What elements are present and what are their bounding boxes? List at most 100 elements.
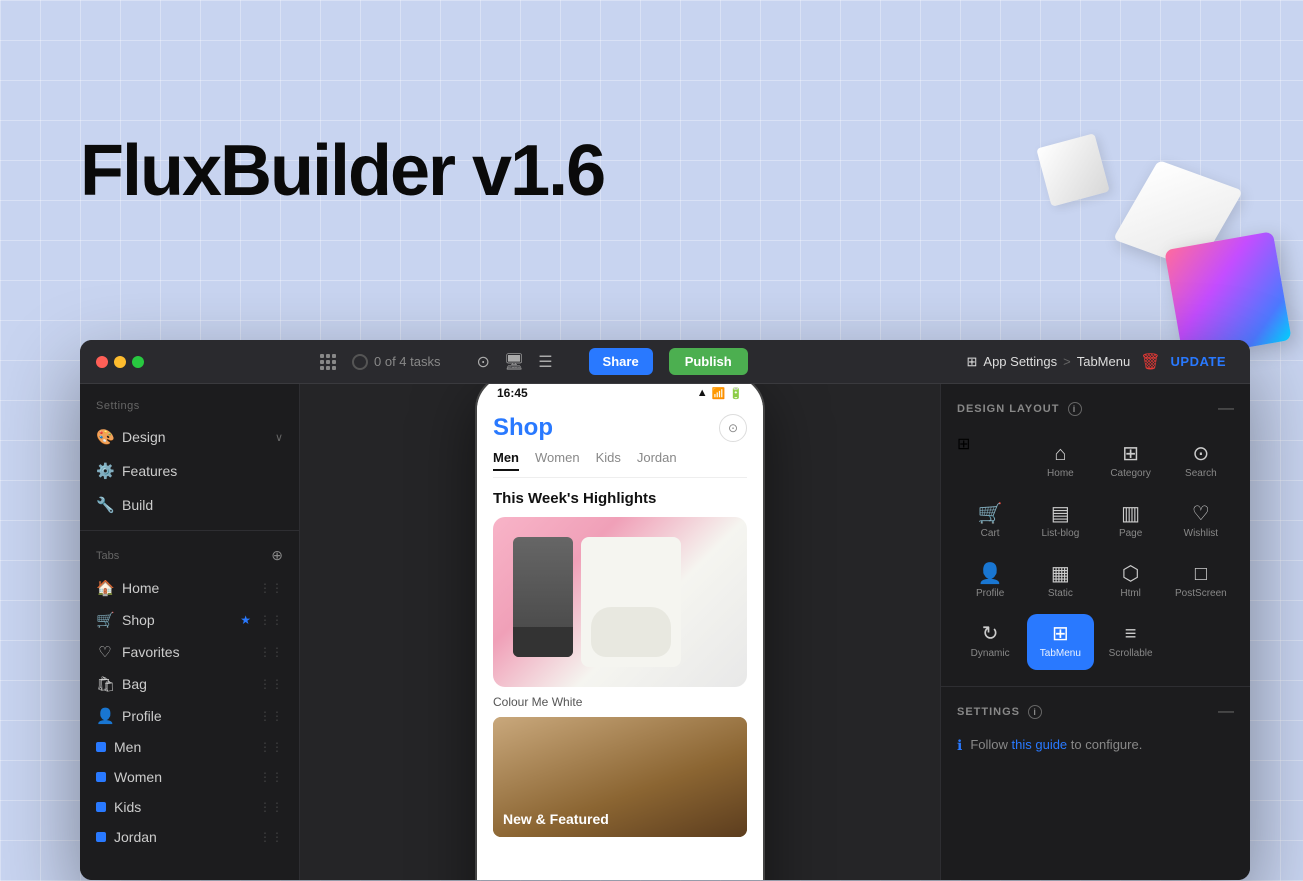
phone-search-icon[interactable]: ⊙	[719, 414, 747, 442]
settings-info-icon[interactable]: i	[1028, 705, 1042, 719]
sidebar-item-build[interactable]: 🔧 Build	[80, 488, 299, 522]
icon-item-cart[interactable]: 🛒 Cart	[957, 494, 1023, 550]
breadcrumb: ⊞ App Settings > TabMenu	[967, 354, 1131, 370]
settings-info-suffix: to configure.	[1067, 737, 1142, 752]
tab-item-women[interactable]: Women ⋮⋮	[80, 762, 299, 792]
tab-favorites-label: Favorites	[122, 644, 251, 660]
right-panel: DESIGN LAYOUT i — ⌂ Home ⊞ Category	[940, 384, 1250, 880]
build-icon: 🔧	[96, 496, 114, 514]
home-icon: ⌂	[1054, 444, 1066, 464]
icon-item-wishlist[interactable]: ♡ Wishlist	[1168, 494, 1234, 550]
men-color-dot	[96, 742, 106, 752]
collapse-design-button[interactable]: —	[1218, 400, 1234, 418]
icon-item-profile[interactable]: 👤 Profile	[957, 554, 1023, 610]
tab-item-home[interactable]: 🏠 Home ⋮⋮	[80, 572, 299, 604]
phone-tab-women[interactable]: Women	[535, 450, 580, 471]
shoe-image-right	[581, 537, 681, 667]
delete-icon[interactable]: 🗑	[1140, 352, 1160, 372]
wifi-icon: 📶	[712, 387, 726, 400]
cart-icon: 🛒	[978, 504, 1003, 524]
title-bar: 0 of 4 tasks ⊙ 🖥 ☰ Share Publish ⊞ App S…	[80, 340, 1250, 384]
tab-item-men[interactable]: Men ⋮⋮	[80, 732, 299, 762]
phone-tab-jordan[interactable]: Jordan	[637, 450, 677, 471]
this-guide-link[interactable]: this guide	[1012, 737, 1068, 752]
icon-item-list-blog[interactable]: ▤ List-blog	[1027, 494, 1093, 550]
shop-title: Shop	[493, 414, 553, 442]
icon-item-postscreen[interactable]: □ PostScreen	[1168, 554, 1234, 610]
tab-item-kids[interactable]: Kids ⋮⋮	[80, 792, 299, 822]
icon-item-home[interactable]: ⌂ Home	[1027, 434, 1093, 490]
add-tab-button[interactable]: ⊕	[271, 547, 283, 564]
icon-item-static[interactable]: ▦ Static	[1027, 554, 1093, 610]
drag-handle-icon[interactable]: ⋮⋮	[259, 613, 283, 627]
app-window: 0 of 4 tasks ⊙ 🖥 ☰ Share Publish ⊞ App S…	[80, 340, 1250, 880]
tab-profile-label: Profile	[122, 708, 251, 724]
icon-item-category[interactable]: ⊞ Category	[1098, 434, 1164, 490]
icon-item-page[interactable]: ▥ Page	[1098, 494, 1164, 550]
traffic-lights	[96, 356, 144, 368]
tab-item-shop[interactable]: 🛒 Shop ★ ⋮⋮	[80, 604, 299, 636]
postscreen-icon-label: PostScreen	[1175, 588, 1227, 600]
tabs-label: Tabs	[96, 550, 119, 562]
icon-item-dynamic[interactable]: ↻ Dynamic	[957, 614, 1023, 670]
drag-handle-icon[interactable]: ⋮⋮	[259, 770, 283, 784]
tab-bag-label: Bag	[122, 676, 251, 692]
scrollable-icon: ≡	[1125, 624, 1137, 644]
list-icon[interactable]: ☰	[538, 352, 552, 372]
tab-item-profile[interactable]: 👤 Profile ⋮⋮	[80, 700, 299, 732]
page-icon: ▥	[1121, 504, 1140, 524]
tab-item-jordan[interactable]: Jordan ⋮⋮	[80, 822, 299, 852]
design-layout-info-icon[interactable]: i	[1068, 402, 1082, 416]
icon-item-tabmenu[interactable]: ⊞ TabMenu	[1027, 614, 1093, 670]
icon-item-scrollable[interactable]: ≡ Scrollable	[1098, 614, 1164, 670]
profile-icon-label: Profile	[976, 588, 1004, 600]
tab-item-bag[interactable]: 🛍 Bag ⋮⋮	[80, 668, 299, 700]
phone-product-image	[493, 517, 747, 687]
maximize-button[interactable]	[132, 356, 144, 368]
screen-icon[interactable]: ⊙	[476, 352, 489, 372]
publish-button[interactable]: Publish	[669, 348, 748, 375]
sidebar-design-label: Design	[122, 429, 267, 445]
share-button[interactable]: Share	[589, 348, 653, 375]
drag-handle-icon[interactable]: ⋮⋮	[259, 581, 283, 595]
phone-tab-men[interactable]: Men	[493, 450, 519, 471]
main-content: Settings 🎨 Design ∨ ⚙️ Features 🔧 Build …	[80, 384, 1250, 880]
drag-handle-icon[interactable]: ⋮⋮	[259, 645, 283, 659]
kids-color-dot	[96, 802, 106, 812]
tab-shop-label: Shop	[122, 612, 232, 628]
postscreen-icon: □	[1195, 564, 1207, 584]
settings-section-label: Settings	[80, 400, 299, 420]
phone-tab-kids[interactable]: Kids	[596, 450, 621, 471]
product-label: Colour Me White	[493, 695, 747, 709]
collapse-settings-button[interactable]: —	[1218, 703, 1234, 721]
home-icon-label: Home	[1047, 468, 1074, 480]
sidebar-item-design[interactable]: 🎨 Design ∨	[80, 420, 299, 454]
design-icon: 🎨	[96, 428, 114, 446]
drag-handle-icon[interactable]: ⋮⋮	[259, 740, 283, 754]
task-circle-icon	[352, 354, 368, 370]
settings-info-content: Follow this guide to configure.	[970, 737, 1142, 752]
drag-handle-icon[interactable]: ⋮⋮	[259, 800, 283, 814]
close-button[interactable]	[96, 356, 108, 368]
breadcrumb-separator: >	[1063, 354, 1071, 369]
wishlist-icon-label: Wishlist	[1184, 528, 1218, 540]
settings-info-prefix: Follow	[970, 737, 1011, 752]
tab-item-favorites[interactable]: ♡ Favorites ⋮⋮	[80, 636, 299, 668]
minimize-button[interactable]	[114, 356, 126, 368]
phone-frame: 16:45 ▲ 📶 🔋 Shop ⊙ Men Women	[475, 384, 765, 880]
icon-item-html[interactable]: ⬡ Html	[1098, 554, 1164, 610]
phone-time: 16:45	[497, 386, 528, 400]
phone-status-bar: 16:45 ▲ 📶 🔋	[477, 384, 763, 406]
drag-handle-icon[interactable]: ⋮⋮	[259, 677, 283, 691]
settings-title: SETTINGS i	[957, 705, 1042, 719]
tab-men-label: Men	[114, 739, 251, 755]
icon-item-search[interactable]: ⊙ Search	[1168, 434, 1234, 490]
drag-handle-icon[interactable]: ⋮⋮	[259, 830, 283, 844]
monitor-icon[interactable]: 🖥	[504, 352, 524, 372]
cube-small-white	[1036, 133, 1109, 206]
apps-icon[interactable]	[320, 354, 336, 370]
update-button[interactable]: UPDATE	[1171, 354, 1226, 369]
breadcrumb-prefix: App Settings	[983, 354, 1057, 369]
sidebar-item-features[interactable]: ⚙️ Features	[80, 454, 299, 488]
drag-handle-icon[interactable]: ⋮⋮	[259, 709, 283, 723]
